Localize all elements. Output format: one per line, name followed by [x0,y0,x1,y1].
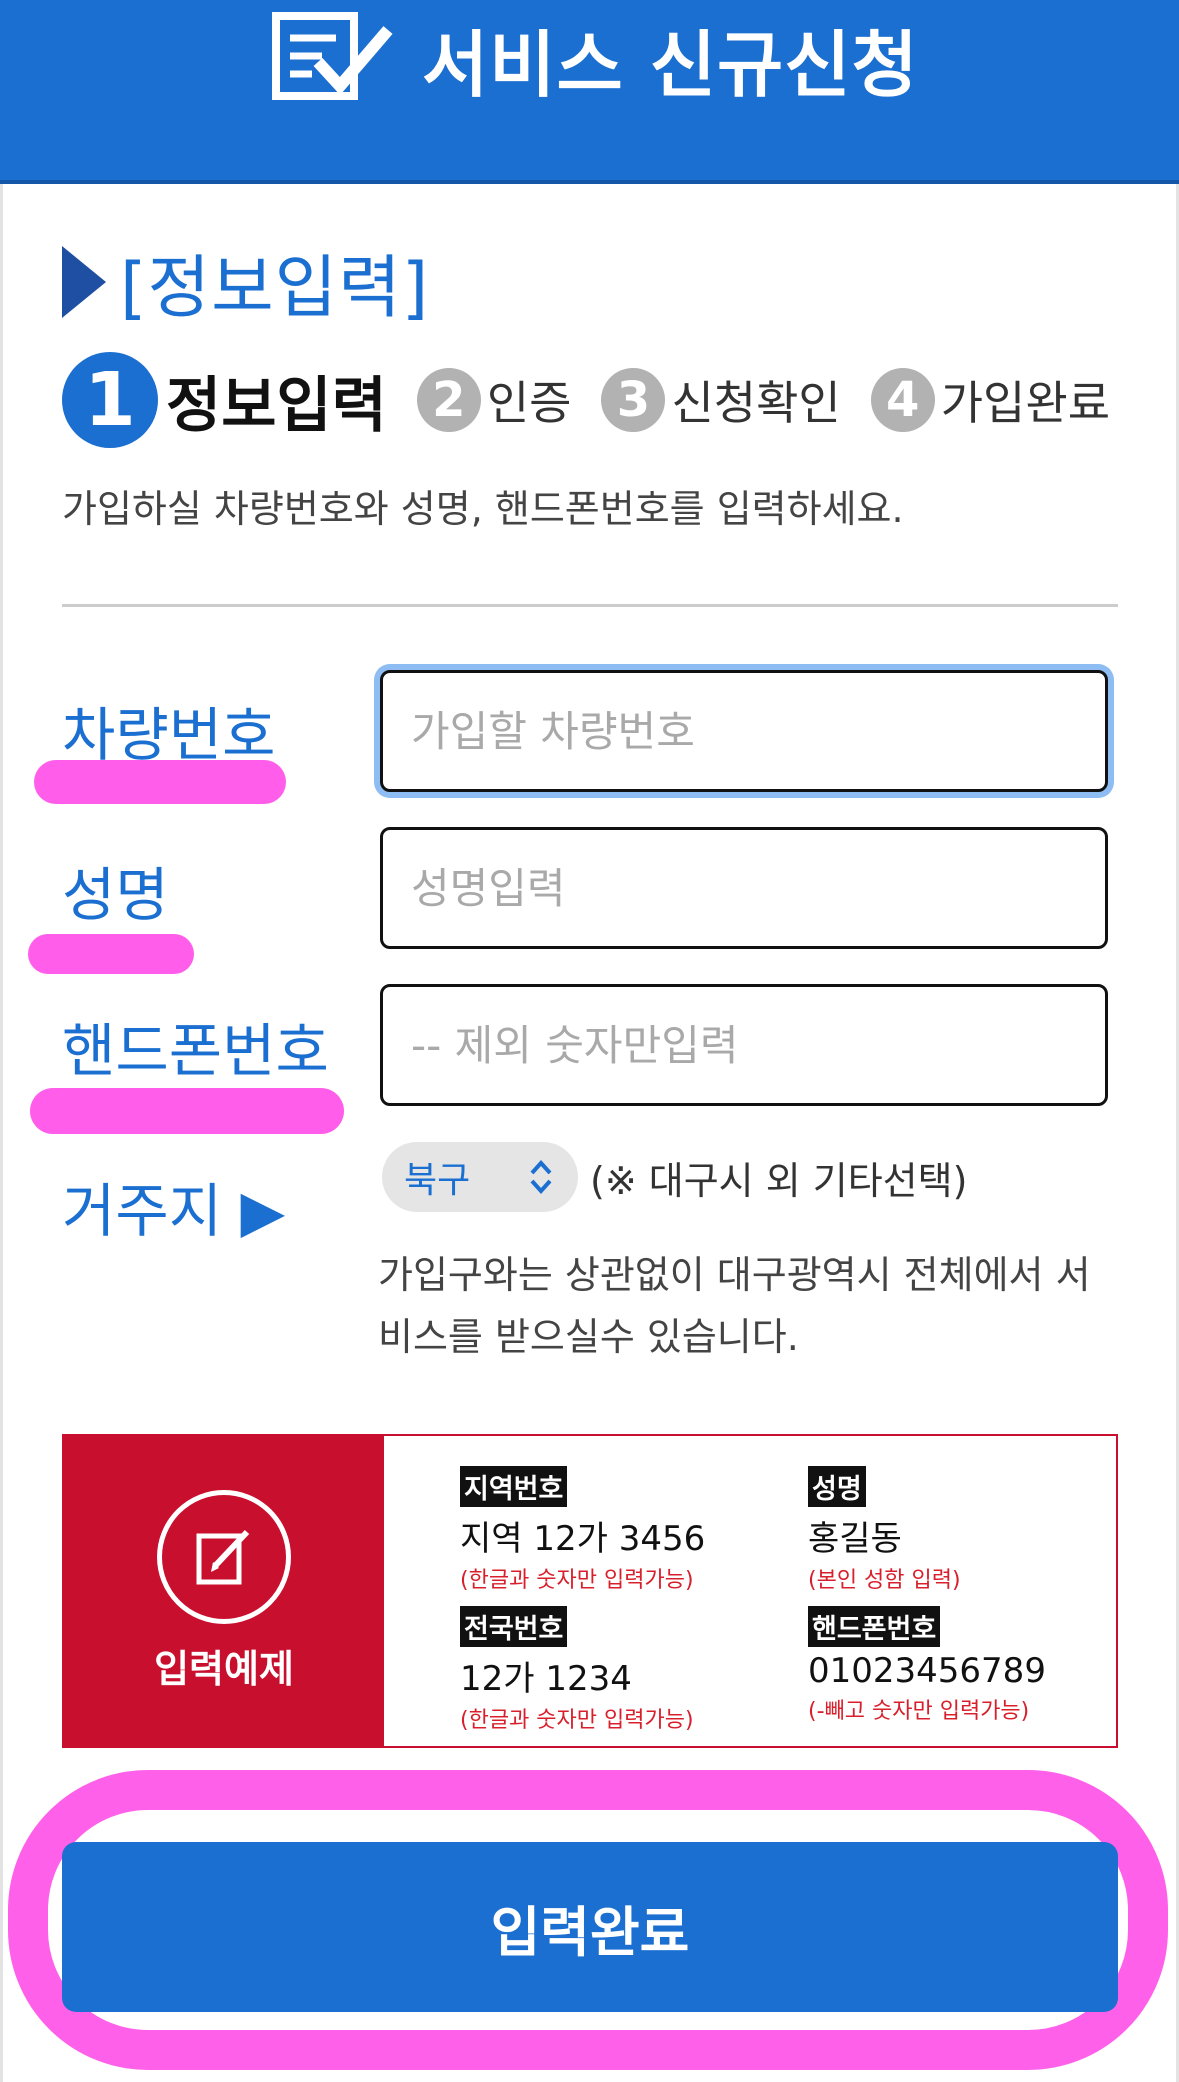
example-tag: 핸드폰번호 [808,1606,941,1647]
example-item: 성명 홍길동 (본인 성함 입력) [808,1466,961,1594]
example-item: 지역번호 지역 12가 3456 (한글과 숫자만 입력가능) [460,1466,705,1594]
example-value: 12가 1234 [460,1659,632,1699]
input-example-box: 입력예제 지역번호 지역 12가 3456 (한글과 숫자만 입력가능) 성명 … [62,1434,1118,1748]
example-value: 홍길동 [808,1519,902,1559]
example-value: 지역 12가 3456 [460,1519,706,1559]
vehicle-number-label: 차량번호 [62,701,276,769]
step-indicator: 1 정보입력 2 인증 3 신청확인 4 가입완료 [62,352,1110,448]
highlight-mark [28,934,194,974]
example-hint: (한글과 숫자만 입력가능) [460,1708,694,1733]
submit-button-label: 입력완료 [490,1902,690,1963]
section-title-text: [정보입력] [120,249,430,328]
district-select-value: 북구 [404,1160,471,1201]
phone-input[interactable] [380,984,1108,1106]
example-badge: 입력예제 [64,1436,384,1746]
district-note: (※ 대구시 외 기타선택) [590,1159,968,1203]
step-1: 1 정보입력 [62,352,387,448]
example-title: 입력예제 [154,1646,294,1691]
step-label: 정보입력 [166,370,387,441]
residence-label: 거주지 ▶ [62,1177,286,1245]
chevron-updown-icon [530,1160,552,1194]
step-number-icon: 2 [416,368,481,432]
step-4: 4 가입완료 [870,367,1111,433]
step-label: 가입완료 [940,376,1111,430]
example-hint: (-빼고 숫자만 입력가능) [808,1699,1030,1724]
example-tag: 성명 [808,1466,866,1507]
step-2: 2 인증 [416,367,572,433]
service-area-notice: 가입구와는 상관없이 대구광역시 전체에서 서비스를 받으실수 있습니다. [378,1253,1091,1359]
example-value: 01023456789 [808,1651,1046,1691]
example-hint: (한글과 숫자만 입력가능) [460,1568,694,1593]
header-inner: 서비스 신규신청 [272,8,919,108]
section-title: [정보입력] [62,232,429,331]
example-tag: 전국번호 [460,1606,568,1647]
page-root: 서비스 신규신청 [정보입력] 1 정보입력 2 인증 3 신청확인 4 가입완… [0,0,1179,2082]
example-tag: 지역번호 [460,1466,568,1507]
divider [62,604,1118,607]
district-select[interactable]: 북구 [382,1142,578,1212]
step-number-icon: 3 [601,368,666,432]
instruction-text: 가입하실 차량번호와 성명, 핸드폰번호를 입력하세요. [62,487,904,531]
name-input[interactable] [380,827,1108,949]
step-3: 3 신청확인 [601,367,841,433]
example-content: 지역번호 지역 12가 3456 (한글과 숫자만 입력가능) 성명 홍길동 (… [384,1436,1116,1746]
highlight-mark [30,1088,344,1134]
submit-button[interactable]: 입력완료 [62,1842,1118,2012]
example-hint: (본인 성함 입력) [808,1568,961,1593]
step-number-icon: 4 [870,368,935,432]
example-item: 전국번호 12가 1234 (한글과 숫자만 입력가능) [460,1606,694,1734]
vehicle-number-input[interactable] [380,670,1108,792]
triangle-right-icon [62,245,106,318]
form-check-icon [272,10,394,106]
name-label: 성명 [62,861,169,929]
header-bar: 서비스 신규신청 [0,0,1179,184]
step-label: 신청확인 [671,376,841,430]
example-item: 핸드폰번호 01023456789 (-빼고 숫자만 입력가능) [808,1606,1046,1725]
phone-label: 핸드폰번호 [62,1017,329,1085]
header-title: 서비스 신규신청 [422,22,919,107]
step-label: 인증 [486,376,572,430]
step-number-icon: 1 [62,352,158,448]
edit-note-icon [157,1489,291,1624]
